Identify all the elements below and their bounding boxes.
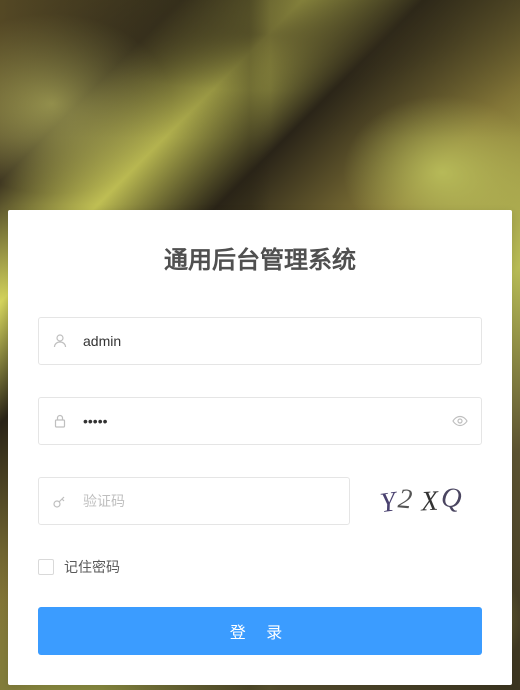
captcha-image[interactable]: Y2XQ	[362, 477, 482, 525]
password-input[interactable]	[38, 397, 482, 445]
username-field-wrap	[38, 317, 482, 365]
remember-label[interactable]: 记住密码	[64, 557, 120, 577]
user-icon	[52, 333, 68, 349]
key-icon	[52, 493, 68, 509]
username-input[interactable]	[38, 317, 482, 365]
captcha-input[interactable]	[38, 477, 350, 525]
password-field-wrap	[38, 397, 482, 445]
captcha-field-wrap: Y2XQ	[38, 477, 482, 525]
page-title: 通用后台管理系统	[38, 240, 482, 275]
login-button[interactable]: 登 录	[38, 607, 482, 655]
lock-icon	[52, 413, 68, 429]
login-card: 通用后台管理系统	[8, 210, 512, 685]
eye-icon[interactable]	[452, 413, 468, 429]
remember-checkbox-wrap: 记住密码	[38, 557, 482, 577]
remember-checkbox[interactable]	[38, 559, 54, 575]
